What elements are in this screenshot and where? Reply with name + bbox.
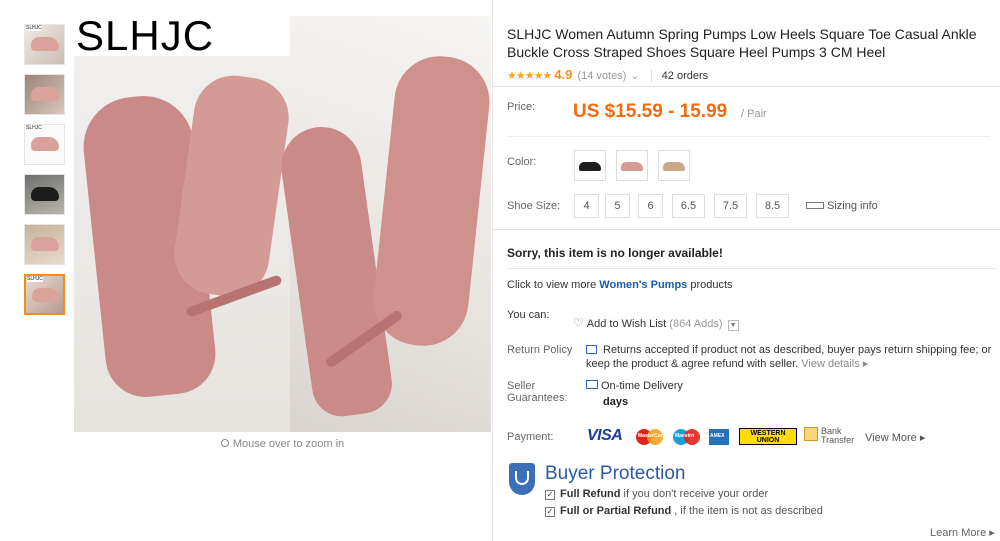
thumbnail-shoe: [31, 87, 59, 101]
color-label: Color:: [507, 156, 537, 168]
main-product-image[interactable]: SLHJC: [74, 16, 491, 432]
on-time-delivery: On-time Delivery: [586, 380, 683, 392]
category-link[interactable]: Women's Pumps: [599, 279, 687, 291]
size-option[interactable]: 7.5: [714, 194, 747, 218]
thumbnail-shoe: [31, 237, 59, 251]
product-info: SLHJC Women Autumn Spring Pumps Low Heel…: [507, 25, 997, 82]
thumbnail-5[interactable]: [24, 224, 65, 265]
product-title: SLHJC Women Autumn Spring Pumps Low Heel…: [507, 26, 977, 60]
protection-line-2: ✓ Full or Partial Refund , if the item is…: [545, 505, 823, 517]
size-option[interactable]: 8.5: [756, 194, 789, 218]
amex-logo: AMEX: [709, 429, 729, 445]
color-option-black[interactable]: [574, 150, 606, 181]
size-option[interactable]: 6: [638, 194, 663, 218]
view-details-link[interactable]: View details ▸: [801, 358, 868, 370]
mastercard-text: MasterCard: [638, 433, 666, 439]
delivery-icon: [586, 380, 598, 389]
more-category: Click to view more Women's Pumps product…: [507, 279, 733, 291]
heart-plus-icon: ♡: [573, 316, 584, 330]
ruler-icon: [806, 202, 824, 209]
thumbnail-label: SLHJC: [26, 25, 42, 31]
learn-more-link[interactable]: Learn More ▸: [930, 526, 995, 539]
divider: [507, 136, 990, 137]
thumbnail-list: SLHJC SLHJC SLHJC: [24, 24, 68, 324]
more-category-prefix: Click to view more: [507, 279, 600, 291]
mastercard-logo: MasterCard: [636, 428, 666, 446]
rating-row: ★★★★★ 4.9 (14 votes) ⌄ 42 orders: [507, 67, 709, 82]
thumbnail-label: SLHJC: [27, 276, 43, 282]
thumbnail-2[interactable]: [24, 74, 65, 115]
zoom-hint: Mouse over to zoom in: [74, 438, 491, 450]
price-value: US $15.59 - 15.99: [573, 101, 728, 122]
divider: [492, 0, 493, 541]
wishlist-count: (864 Adds): [669, 318, 723, 330]
divider: [507, 268, 997, 269]
divider: [493, 86, 1000, 87]
maestro-logo: Maestro: [673, 428, 703, 446]
thumbnail-shoe: [32, 288, 60, 302]
shoe-size-label: Shoe Size:: [507, 200, 561, 212]
delivery-days: days: [603, 396, 629, 408]
seller-guarantees-label: Seller Guarantees:: [507, 380, 568, 404]
thumbnail-3[interactable]: SLHJC: [24, 124, 65, 165]
sizing-info-text: Sizing info: [827, 200, 878, 212]
amex-text: AMEX: [710, 433, 725, 439]
more-category-suffix: products: [687, 279, 733, 291]
unavailable-notice: Sorry, this item is no longer available!: [507, 246, 723, 260]
divider: [493, 229, 1000, 230]
transfer-text: Transfer: [821, 435, 855, 445]
order-count: 42 orders: [650, 70, 709, 82]
protection-rest-1: if you don't receive your order: [620, 488, 769, 500]
thumbnail-6-active[interactable]: SLHJC: [24, 274, 65, 315]
star-rating-icon: ★★★★★: [507, 70, 552, 82]
color-option-pink[interactable]: [616, 150, 648, 181]
checkbox-icon: ✓: [545, 490, 555, 500]
return-policy-label: Return Policy: [507, 344, 573, 356]
buyer-protection-title: Buyer Protection: [545, 463, 686, 484]
bank-transfer-logo: Bank Transfer: [804, 427, 854, 445]
shield-icon: [509, 463, 535, 495]
magnifier-icon: [220, 439, 229, 447]
rating-value[interactable]: 4.9: [554, 67, 572, 82]
view-more-payment-link[interactable]: View More ▸: [865, 431, 925, 444]
zoom-hint-text: Mouse over to zoom in: [232, 438, 345, 450]
shoe-swatch-icon: [579, 162, 601, 171]
chevron-down-icon[interactable]: ▼: [727, 320, 739, 331]
protection-line-1: ✓ Full Refund if you don't receive your o…: [545, 488, 768, 500]
thumbnail-shoe: [31, 137, 59, 151]
wishlist-text: Add to Wish List: [586, 318, 667, 330]
sizing-info-link[interactable]: Sizing info: [806, 200, 878, 212]
size-option[interactable]: 5: [605, 194, 630, 218]
shoe-swatch-icon: [621, 162, 643, 171]
return-policy-body: Returns accepted if product not as descr…: [586, 344, 992, 370]
visa-logo: VISA: [587, 427, 623, 444]
price-unit: / Pair: [741, 108, 767, 120]
thumbnail-label: SLHJC: [26, 125, 42, 131]
protection-bold-1: Full Refund: [560, 488, 621, 500]
western-union-logo: WESTERN UNION: [739, 428, 797, 445]
delivery-text: On-time Delivery: [601, 380, 683, 392]
thumbnail-shoe: [31, 37, 59, 51]
payment-label: Payment:: [507, 431, 554, 443]
return-policy-text: Returns accepted if product not as descr…: [586, 343, 996, 371]
bank-icon: [804, 427, 818, 441]
shoe-swatch-icon: [663, 162, 685, 171]
protection-rest-2: , if the item is not as described: [671, 505, 823, 517]
you-can-label: You can:: [507, 309, 550, 321]
thumbnail-4[interactable]: [24, 174, 65, 215]
protection-bold-2: Full or Partial Refund: [560, 505, 672, 517]
checkbox-icon: ✓: [545, 507, 555, 517]
maestro-text: Maestro: [675, 433, 695, 439]
brand-overlay: SLHJC: [74, 16, 290, 57]
size-option[interactable]: 6.5: [672, 194, 705, 218]
thumbnail-shoe: [31, 187, 59, 201]
vote-count[interactable]: (14 votes): [577, 70, 626, 82]
size-option[interactable]: 4: [574, 194, 599, 218]
color-option-beige[interactable]: [658, 150, 690, 181]
thumbnail-1[interactable]: SLHJC: [24, 24, 65, 65]
price-label: Price:: [507, 101, 536, 113]
chevron-down-icon[interactable]: ⌄: [630, 70, 639, 82]
add-to-wishlist-button[interactable]: ♡ Add to Wish List (864 Adds) ▼: [573, 316, 739, 331]
